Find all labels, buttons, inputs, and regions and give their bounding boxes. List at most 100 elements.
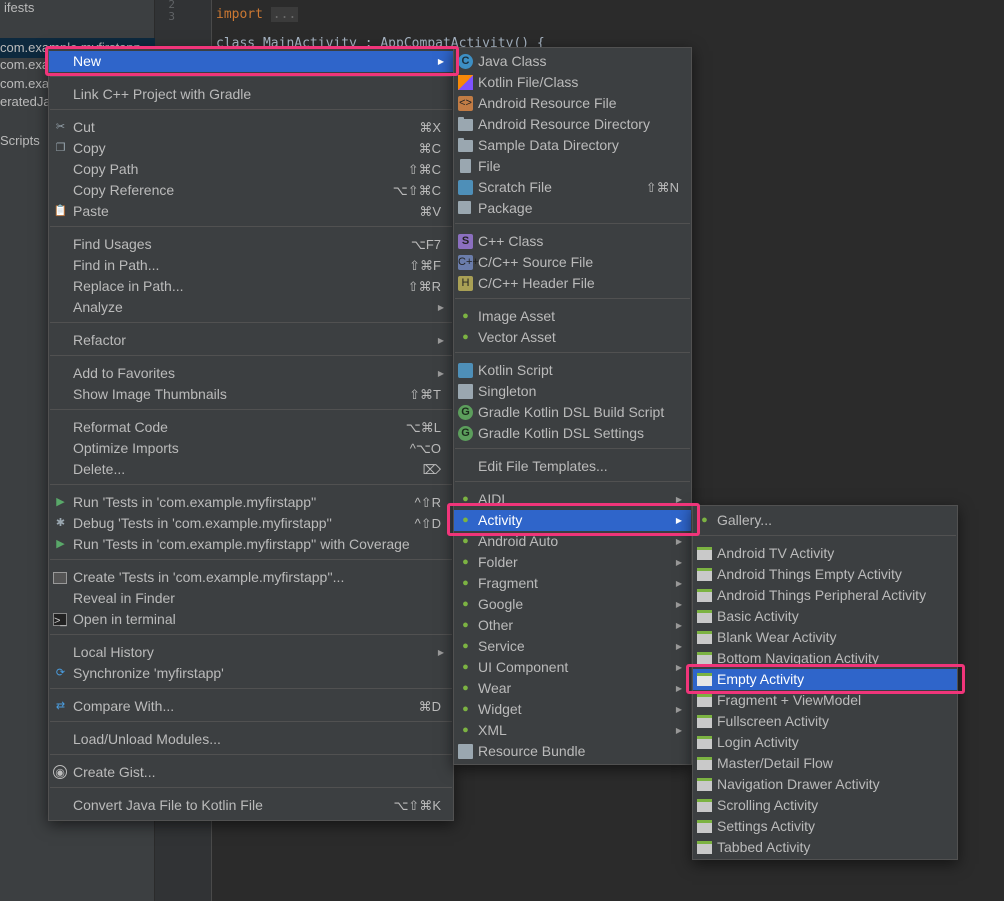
- menu-item-reformat-code[interactable]: Reformat Code ⌥⌘L: [49, 417, 453, 438]
- menu-item-file[interactable]: File: [454, 156, 691, 177]
- menu-item-activity-template[interactable]: Bottom Navigation Activity: [693, 648, 957, 669]
- menu-item-empty-activity[interactable]: Empty Activity: [693, 669, 957, 690]
- menu-item-paste[interactable]: 📋 Paste ⌘V: [49, 201, 453, 222]
- menu-item-android-auto[interactable]: ● Android Auto ▶: [454, 531, 691, 552]
- submenu-arrow-icon: ▶: [675, 537, 682, 546]
- menu-item-aidl[interactable]: ● AIDL ▶: [454, 489, 691, 510]
- bug-icon: ✱: [55, 517, 66, 529]
- menu-item-load-unload-modules[interactable]: Load/Unload Modules...: [49, 729, 453, 750]
- menu-item-singleton[interactable]: Singleton: [454, 381, 691, 402]
- fold-marker[interactable]: ...: [270, 7, 299, 22]
- activity-template-icon: [697, 652, 712, 665]
- menu-item-copy[interactable]: ❐ Copy ⌘C: [49, 138, 453, 159]
- menu-item-convert-to-kotlin[interactable]: Convert Java File to Kotlin File ⌥⇧⌘K: [49, 795, 453, 816]
- menu-item-cpp-source[interactable]: C++ C/C++ Source File: [454, 252, 691, 273]
- menu-item-cpp-class[interactable]: S C++ Class: [454, 231, 691, 252]
- menu-item-compare-with[interactable]: ⇄ Compare With... ⌘D: [49, 696, 453, 717]
- scissors-icon: ✂: [55, 121, 66, 133]
- menu-item-link-cpp[interactable]: Link C++ Project with Gradle: [49, 84, 453, 105]
- menu-item-run-tests[interactable]: ▶ Run 'Tests in 'com.example.myfirstapp''…: [49, 492, 453, 513]
- menu-item-add-to-favorites[interactable]: Add to Favorites ▶: [49, 363, 453, 384]
- menu-item-synchronize[interactable]: ⟳ Synchronize 'myfirstapp': [49, 663, 453, 684]
- menu-item-activity-template[interactable]: Android Things Peripheral Activity: [693, 585, 957, 606]
- menu-item-activity-template[interactable]: Scrolling Activity: [693, 795, 957, 816]
- menu-item-scratch-file[interactable]: Scratch File ⇧⌘N: [454, 177, 691, 198]
- line-number: 3: [168, 10, 175, 23]
- menu-item-android-resource-directory[interactable]: Android Resource Directory: [454, 114, 691, 135]
- menu-item-image-asset[interactable]: ● Image Asset: [454, 306, 691, 327]
- menu-item-cpp-header[interactable]: H C/C++ Header File: [454, 273, 691, 294]
- menu-item-copy-path[interactable]: Copy Path ⇧⌘C: [49, 159, 453, 180]
- menu-item-optimize-imports[interactable]: Optimize Imports ^⌥O: [49, 438, 453, 459]
- android-icon: ●: [701, 514, 708, 526]
- gradle-icon: G: [458, 405, 473, 420]
- menu-item-kotlin-file[interactable]: Kotlin File/Class: [454, 72, 691, 93]
- cpp-source-icon: C++: [458, 255, 479, 270]
- menu-item-analyze[interactable]: Analyze ▶: [49, 297, 453, 318]
- new-submenu: C Java Class Kotlin File/Class <> Android …: [453, 47, 692, 765]
- menu-item-package[interactable]: Package: [454, 198, 691, 219]
- menu-item-activity-template[interactable]: Settings Activity: [693, 816, 957, 837]
- menu-item-find-in-path[interactable]: Find in Path... ⇧⌘F: [49, 255, 453, 276]
- android-icon: ●: [462, 640, 469, 652]
- menu-item-cut[interactable]: ✂ Cut ⌘X: [49, 117, 453, 138]
- menu-item-service[interactable]: ● Service ▶: [454, 636, 691, 657]
- submenu-arrow-icon: ▶: [675, 516, 682, 525]
- menu-item-reveal-in-finder[interactable]: Reveal in Finder: [49, 588, 453, 609]
- scratch-file-icon: [458, 180, 473, 195]
- menu-item-vector-asset[interactable]: ● Vector Asset: [454, 327, 691, 348]
- menu-item-activity-template[interactable]: Login Activity: [693, 732, 957, 753]
- menu-item-widget[interactable]: ● Widget ▶: [454, 699, 691, 720]
- submenu-arrow-icon: ▶: [675, 600, 682, 609]
- coverage-icon: ▶: [56, 538, 65, 550]
- android-icon: ●: [462, 493, 469, 505]
- submenu-arrow-icon: ▶: [675, 621, 682, 630]
- menu-item-activity[interactable]: ● Activity ▶: [454, 510, 691, 531]
- menu-item-other[interactable]: ● Other ▶: [454, 615, 691, 636]
- menu-item-resource-bundle[interactable]: Resource Bundle: [454, 741, 691, 762]
- menu-item-activity-template[interactable]: Android Things Empty Activity: [693, 564, 957, 585]
- menu-item-gradle-settings[interactable]: G Gradle Kotlin DSL Settings: [454, 423, 691, 444]
- package-icon: [458, 201, 471, 214]
- menu-item-activity-template[interactable]: Blank Wear Activity: [693, 627, 957, 648]
- menu-item-new[interactable]: New ▶: [49, 51, 453, 72]
- menu-item-ui-component[interactable]: ● UI Component ▶: [454, 657, 691, 678]
- menu-item-activity-template[interactable]: Fragment + ViewModel: [693, 690, 957, 711]
- menu-item-replace-in-path[interactable]: Replace in Path... ⇧⌘R: [49, 276, 453, 297]
- menu-item-activity-template[interactable]: Android TV Activity: [693, 543, 957, 564]
- menu-item-gallery[interactable]: ● Gallery...: [693, 510, 957, 531]
- import-keyword: import: [216, 7, 263, 22]
- menu-item-kotlin-script[interactable]: Kotlin Script: [454, 360, 691, 381]
- menu-item-local-history[interactable]: Local History ▶: [49, 642, 453, 663]
- menu-item-find-usages[interactable]: Find Usages ⌥F7: [49, 234, 453, 255]
- project-tree-item[interactable]: ifests: [4, 0, 159, 18]
- activity-template-icon: [697, 736, 712, 749]
- menu-item-activity-template[interactable]: Basic Activity: [693, 606, 957, 627]
- menu-item-create-gist[interactable]: ◉ Create Gist...: [49, 762, 453, 783]
- create-test-icon: [53, 572, 67, 584]
- menu-item-edit-file-templates[interactable]: Edit File Templates...: [454, 456, 691, 477]
- menu-item-java-class[interactable]: C Java Class: [454, 51, 691, 72]
- menu-item-run-with-coverage[interactable]: ▶ Run 'Tests in 'com.example.myfirstapp''…: [49, 534, 453, 555]
- menu-item-xml[interactable]: ● XML ▶: [454, 720, 691, 741]
- menu-item-debug-tests[interactable]: ✱ Debug 'Tests in 'com.example.myfirstapp…: [49, 513, 453, 534]
- menu-item-delete[interactable]: Delete... ⌦: [49, 459, 453, 480]
- menu-item-sample-data-directory[interactable]: Sample Data Directory: [454, 135, 691, 156]
- menu-item-folder[interactable]: ● Folder ▶: [454, 552, 691, 573]
- menu-item-open-in-terminal[interactable]: >_ Open in terminal: [49, 609, 453, 630]
- menu-item-android-resource-file[interactable]: <> Android Resource File: [454, 93, 691, 114]
- menu-item-activity-template[interactable]: Tabbed Activity: [693, 837, 957, 858]
- menu-item-gradle-build-script[interactable]: G Gradle Kotlin DSL Build Script: [454, 402, 691, 423]
- activity-template-icon: [697, 673, 712, 686]
- menu-item-activity-template[interactable]: Fullscreen Activity: [693, 711, 957, 732]
- menu-item-create-tests[interactable]: Create 'Tests in 'com.example.myfirstapp…: [49, 567, 453, 588]
- menu-item-refactor[interactable]: Refactor ▶: [49, 330, 453, 351]
- sync-icon: ⟳: [55, 667, 66, 679]
- menu-item-activity-template[interactable]: Master/Detail Flow: [693, 753, 957, 774]
- menu-item-fragment[interactable]: ● Fragment ▶: [454, 573, 691, 594]
- menu-item-wear[interactable]: ● Wear ▶: [454, 678, 691, 699]
- menu-item-google[interactable]: ● Google ▶: [454, 594, 691, 615]
- menu-item-show-thumbnails[interactable]: Show Image Thumbnails ⇧⌘T: [49, 384, 453, 405]
- menu-item-activity-template[interactable]: Navigation Drawer Activity: [693, 774, 957, 795]
- menu-item-copy-reference[interactable]: Copy Reference ⌥⇧⌘C: [49, 180, 453, 201]
